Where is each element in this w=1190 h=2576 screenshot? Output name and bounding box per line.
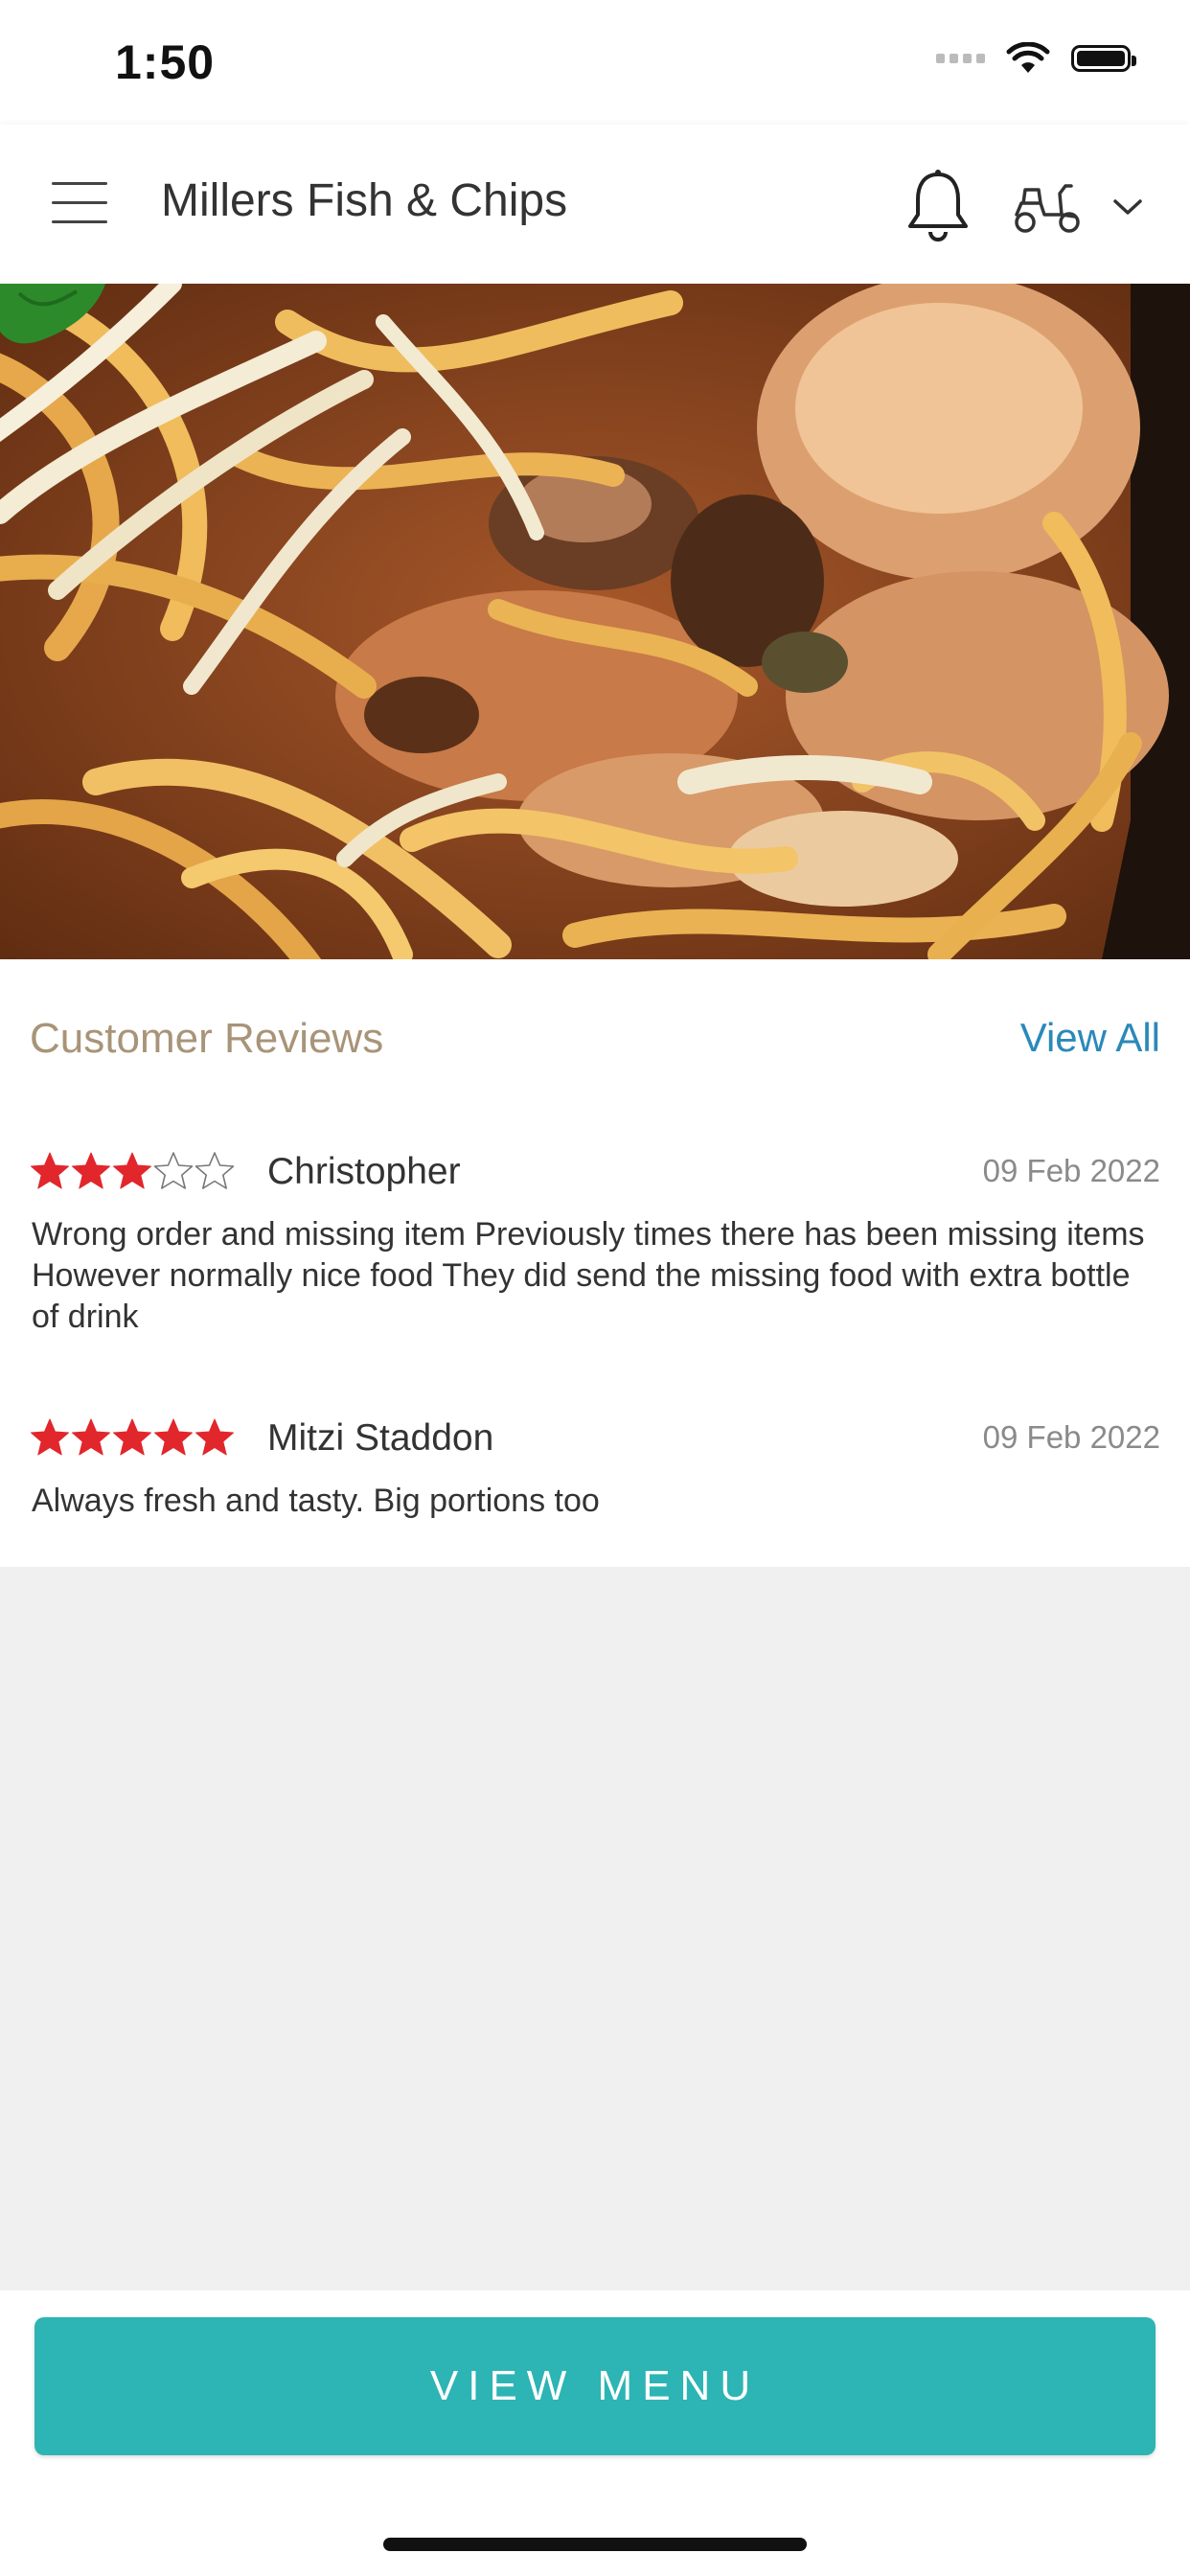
customer-reviews-section: Customer Reviews View All Christopher 09…	[0, 959, 1190, 1567]
star-filled-icon	[31, 1418, 69, 1456]
review-text: Always fresh and tasty. Big portions too	[32, 1483, 600, 1519]
review-date: 09 Feb 2022	[982, 1153, 1160, 1188]
reviews-title: Customer Reviews	[30, 1015, 384, 1062]
star-empty-icon	[153, 1152, 194, 1189]
reviewer-name: Mitzi Staddon	[267, 1417, 494, 1459]
battery-icon	[1071, 45, 1136, 72]
star-rating	[30, 1151, 236, 1191]
status-icons	[936, 42, 1136, 75]
star-filled-icon	[113, 1418, 151, 1456]
bottom-bar: VIEW MENU	[0, 2290, 1190, 2576]
signal-icon	[936, 54, 985, 63]
review-date: 09 Feb 2022	[982, 1419, 1160, 1455]
view-all-link[interactable]: View All	[1020, 1015, 1160, 1061]
star-filled-icon	[154, 1418, 193, 1456]
star-filled-icon	[113, 1152, 151, 1189]
star-filled-icon	[195, 1418, 234, 1456]
star-filled-icon	[31, 1152, 69, 1189]
scooter-icon[interactable]	[1012, 176, 1083, 238]
star-empty-icon	[195, 1152, 235, 1189]
chevron-down-icon[interactable]	[1111, 196, 1144, 218]
hero-image	[0, 284, 1190, 959]
view-menu-button[interactable]: VIEW MENU	[34, 2317, 1156, 2455]
bell-icon[interactable]	[904, 167, 972, 243]
review-text: Wrong order and missing item Previously …	[32, 1216, 1145, 1335]
status-time: 1:50	[115, 35, 216, 89]
menu-icon[interactable]	[52, 182, 107, 224]
star-rating	[30, 1417, 236, 1458]
star-filled-icon	[72, 1418, 110, 1456]
app-header: Millers Fish & Chips	[0, 125, 1190, 284]
status-bar: 1:50	[0, 0, 1190, 125]
reviewer-name: Christopher	[267, 1151, 461, 1192]
page-title: Millers Fish & Chips	[161, 175, 568, 226]
star-filled-icon	[72, 1152, 110, 1189]
noodle-dish-image	[0, 284, 1190, 959]
wifi-icon	[1006, 42, 1050, 73]
home-indicator	[383, 2538, 807, 2551]
